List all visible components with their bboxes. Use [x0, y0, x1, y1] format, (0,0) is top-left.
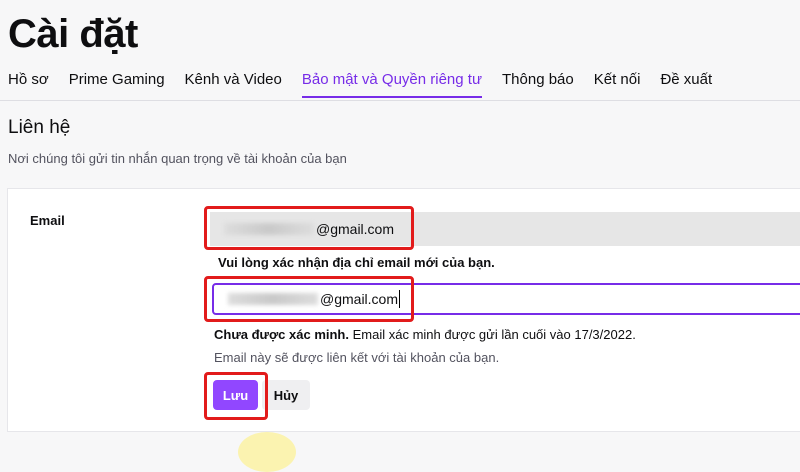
tab-security-privacy[interactable]: Bảo mật và Quyền riêng tư: [301, 71, 482, 98]
page-title: Cài đặt: [8, 12, 138, 56]
highlight-box-new-email: [204, 276, 414, 322]
section-title: Liên hệ: [8, 117, 71, 138]
tab-connections[interactable]: Kết nối: [594, 71, 641, 98]
email-label: Email: [30, 213, 65, 228]
tab-channel-video[interactable]: Kênh và Video: [185, 71, 282, 98]
cursor-highlight: [238, 432, 296, 472]
confirm-email-prompt: Vui lòng xác nhận địa chỉ email mới của …: [218, 255, 495, 270]
verification-status: Chưa được xác minh. Email xác minh được …: [214, 327, 636, 342]
email-note: Email này sẽ được liên kết với tài khoản…: [214, 350, 500, 365]
status-bold: Chưa được xác minh.: [214, 327, 349, 342]
tab-recommendations[interactable]: Đề xuất: [660, 71, 712, 98]
tab-profile[interactable]: Hồ sơ: [8, 71, 49, 98]
tabs-divider: [0, 100, 800, 101]
tab-prime-gaming[interactable]: Prime Gaming: [69, 71, 165, 98]
tab-notifications[interactable]: Thông báo: [502, 71, 574, 98]
highlight-box-save: [204, 372, 268, 420]
status-detail: Email xác minh được gửi lần cuối vào 17/…: [349, 327, 636, 342]
settings-tabs: Hồ sơ Prime Gaming Kênh và Video Bảo mật…: [8, 71, 732, 98]
highlight-box-current-email: [204, 206, 414, 250]
section-subtitle: Nơi chúng tôi gửi tin nhắn quan trọng về…: [8, 151, 347, 166]
cancel-button[interactable]: Hủy: [262, 380, 310, 410]
